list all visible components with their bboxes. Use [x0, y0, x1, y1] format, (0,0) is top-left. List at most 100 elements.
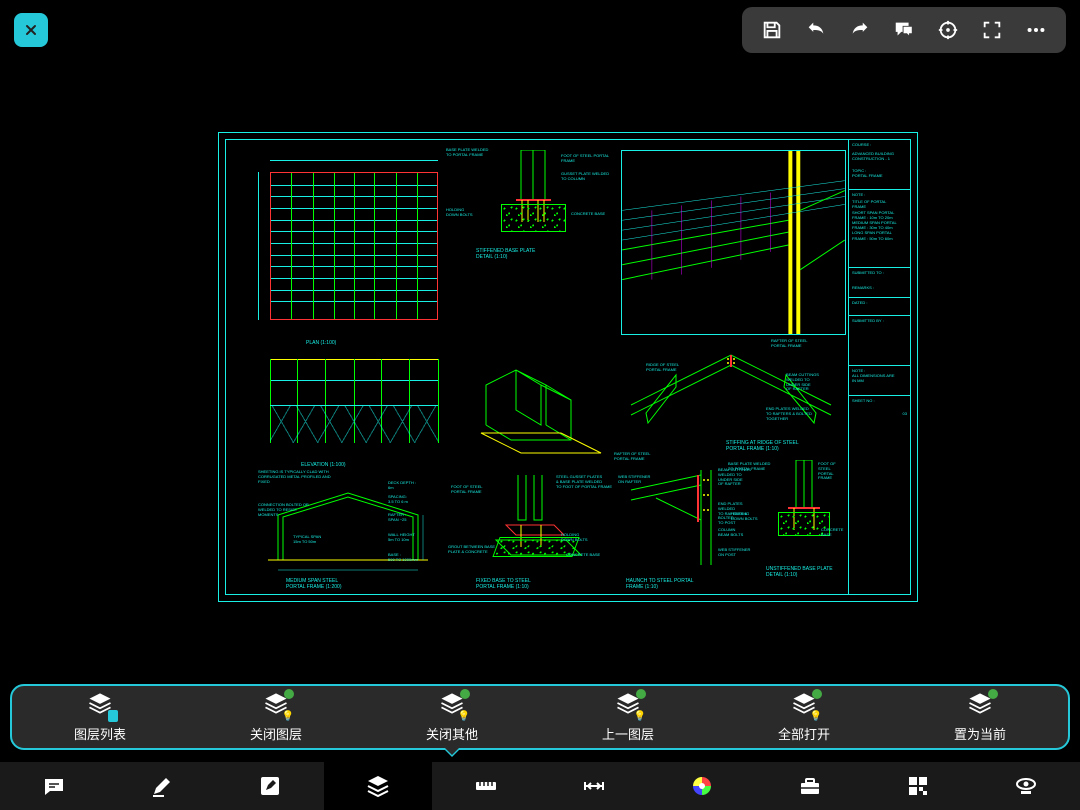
color-tool-button[interactable] — [648, 762, 756, 810]
callout-base: BASE : 500 TO 1000mm — [388, 553, 418, 563]
callout-endplates: END PLATES WELDED TO RAFTERS & BOLTED TO… — [766, 407, 812, 421]
callout-spacing: SPACING: 3.5 TO 6 m — [388, 495, 408, 505]
layers-tool-button[interactable] — [324, 762, 432, 810]
callout-rafter: RAFTER : SPAN ~25 — [388, 513, 407, 523]
save-button[interactable] — [750, 13, 794, 47]
callout-rafter3: RAFTER OF STEEL PORTAL FRAME — [614, 452, 650, 462]
reticle-button[interactable] — [926, 13, 970, 47]
more-button[interactable] — [1014, 13, 1058, 47]
callout-rafter2: RAFTER OF STEEL PORTAL FRAME — [771, 339, 807, 349]
open-all-button[interactable]: 💡 全部打开 — [716, 686, 892, 748]
edit-tool-button[interactable] — [216, 762, 324, 810]
section-title: MEDIUM SPAN STEEL PORTAL FRAME (1:200) — [286, 578, 341, 590]
callout-gusset: GUSSET PLATE WELDED TO COLUMN — [561, 172, 609, 182]
callout-conc: CONCRETE BASE — [571, 212, 605, 217]
haunch-title: HAUNCH TO STEEL PORTAL FRAME (1:10) — [626, 578, 694, 590]
tb-subto-label: SUBMITTED TO : — [852, 270, 907, 275]
callout-beamcut: BEAM CUTTINGS WELDED TO UNDER SIDE OF RA… — [786, 373, 819, 392]
elevation-view — [258, 355, 438, 455]
callout-conc3: CONCRETE BASE — [821, 528, 846, 538]
callout-foot2: FOOT OF STEEL PORTAL FRAME — [451, 485, 483, 495]
close-other-label: 关闭其他 — [426, 724, 478, 743]
tb-topic-value: PORTAL FRAME — [852, 173, 907, 178]
layer-list-button[interactable]: 图层列表 — [12, 686, 188, 748]
redo-button[interactable] — [838, 13, 882, 47]
tb-dated: DATED : — [849, 298, 910, 316]
fixedbase-detail: FOOT OF STEEL PORTAL FRAME STEEL GUSSET … — [466, 475, 616, 580]
section-view: SHEETING IS TYPICALLY CLAD WITH CORRUGAT… — [258, 475, 438, 580]
callout-cb: COLUMN BEAM BOLTS — [718, 528, 743, 538]
tb-note2-value: ALL DIMENSIONS ARE IN MM — [852, 373, 907, 383]
callout-deck: DECK DEPTH : 6m — [388, 481, 416, 491]
callout-bpw2: BASE PLATE WELDED TO PORTAL FRAME — [728, 462, 770, 472]
comment-button[interactable] — [882, 13, 926, 47]
pencil-tool-button[interactable] — [108, 762, 216, 810]
unstiff-title: UNSTIFFENED BASE PLATE DETAIL (1:10) — [766, 566, 833, 578]
ridge-title: STIFFING AT RIDGE OF STEEL PORTAL FRAME … — [726, 440, 799, 452]
callout-span: TYPICAL SPAN 15m TO 50m — [293, 535, 321, 545]
top-actions-group — [742, 7, 1066, 53]
note-tool-button[interactable] — [0, 762, 108, 810]
undo-button[interactable] — [794, 13, 838, 47]
grid-tool-button[interactable] — [864, 762, 972, 810]
tb-submitted-to: SUBMITTED TO : REMARKS : — [849, 268, 910, 298]
set-current-button[interactable]: 置为当前 — [892, 686, 1068, 748]
plan-title: PLAN (1:100) — [306, 340, 336, 346]
close-layer-label: 关闭图层 — [250, 724, 302, 743]
tb-sheet-label: SHEET NO : — [852, 398, 907, 403]
open-all-label: 全部打开 — [778, 724, 830, 743]
callout-bpw: BASE PLATE WELDED TO PORTAL FRAME — [446, 148, 488, 158]
layer-toolbar: 图层列表 💡 关闭图层 💡 关闭其他 💡 上一图层 💡 全部打 — [10, 684, 1070, 750]
callout-foot: FOOT OF STEEL PORTAL FRAME — [561, 154, 609, 164]
callout-foot3: FOOT OF STEEL PORTAL FRAME — [818, 462, 846, 481]
elevation-title: ELEVATION (1:100) — [301, 462, 346, 468]
tb-course-label: COURSE : — [852, 142, 907, 147]
tb-course-value: ADVANCED BUILDING CONSTRUCTION - 1 — [852, 151, 907, 161]
isometric-frame — [471, 355, 611, 465]
perspective-view — [621, 150, 846, 335]
baseplate-title: STIFFENED BASE PLATE DETAIL (1:10) — [476, 248, 535, 260]
ridge-detail: RAFTER OF STEEL PORTAL FRAME RIDGE OF ST… — [626, 345, 841, 445]
fullscreen-button[interactable] — [970, 13, 1014, 47]
active-pointer-icon — [443, 748, 461, 757]
close-button[interactable] — [14, 13, 48, 47]
top-toolbar — [0, 0, 1080, 60]
measure-tool-button[interactable] — [432, 762, 540, 810]
set-current-label: 置为当前 — [954, 724, 1006, 743]
drawing-canvas[interactable]: COURSE : ADVANCED BUILDING CONSTRUCTION … — [0, 60, 1080, 680]
title-block: COURSE : ADVANCED BUILDING CONSTRUCTION … — [848, 140, 910, 594]
prev-layer-label: 上一图层 — [602, 724, 654, 743]
bottom-toolbar — [0, 762, 1080, 810]
tb-subby-label: SUBMITTED BY : — [852, 318, 907, 323]
close-layer-button[interactable]: 💡 关闭图层 — [188, 686, 364, 748]
view-tool-button[interactable] — [972, 762, 1080, 810]
unstiff-detail: BASE PLATE WELDED TO PORTAL FRAME FOOT O… — [766, 460, 846, 580]
fixedbase-title: FIXED BASE TO STEEL PORTAL FRAME (1:10) — [476, 578, 531, 590]
callout-ws2: WEB STIFFENER ON POST — [718, 548, 750, 558]
tb-note-label: NOTE : — [852, 192, 907, 197]
prev-layer-button[interactable]: 💡 上一图层 — [540, 686, 716, 748]
callout-hdb: HOLDING DOWN BOLTS — [446, 208, 473, 218]
callout-ridge: RIDGE OF STEEL PORTAL FRAME — [646, 363, 679, 373]
tb-note2: NOTE : ALL DIMENSIONS ARE IN MM — [849, 366, 910, 396]
callout-grout: GROUT BETWEEN BASE PLATE & CONCRETE — [448, 545, 495, 555]
callout-wall: WALL HEIGHT 5m TO 10m — [388, 533, 415, 543]
sheet-border: COURSE : ADVANCED BUILDING CONSTRUCTION … — [225, 139, 911, 595]
tb-remarks-label: REMARKS : — [852, 285, 907, 290]
callout-hdb2: HOLDING DOWN BOLTS — [561, 533, 588, 543]
dimension-tool-button[interactable] — [540, 762, 648, 810]
callout-sg: STEEL GUSSET PLATES & BASE PLATE WELDED … — [556, 475, 612, 489]
drawing-sheet: COURSE : ADVANCED BUILDING CONSTRUCTION … — [218, 132, 918, 602]
tb-dated-label: DATED : — [852, 300, 907, 305]
callout-ws: WEB STIFFENER ON RAFTER — [618, 475, 650, 485]
toolbox-button[interactable] — [756, 762, 864, 810]
callout-hdb3: HOLDING DOWN BOLTS — [731, 512, 758, 522]
tb-note-value: TITLE OF PORTAL FRAME SHORT SPAN PORTAL … — [852, 199, 907, 241]
callout-connection: CONNECTION BOLTED OR WELDED TO RESIST MO… — [258, 503, 309, 517]
tb-submitted-by: SUBMITTED BY : — [849, 316, 910, 366]
close-other-button[interactable]: 💡 关闭其他 — [364, 686, 540, 748]
tb-sheet-value: 03 — [852, 411, 907, 416]
plan-view — [258, 160, 438, 335]
layer-list-label: 图层列表 — [74, 724, 126, 743]
tb-course: COURSE : ADVANCED BUILDING CONSTRUCTION … — [849, 140, 910, 190]
